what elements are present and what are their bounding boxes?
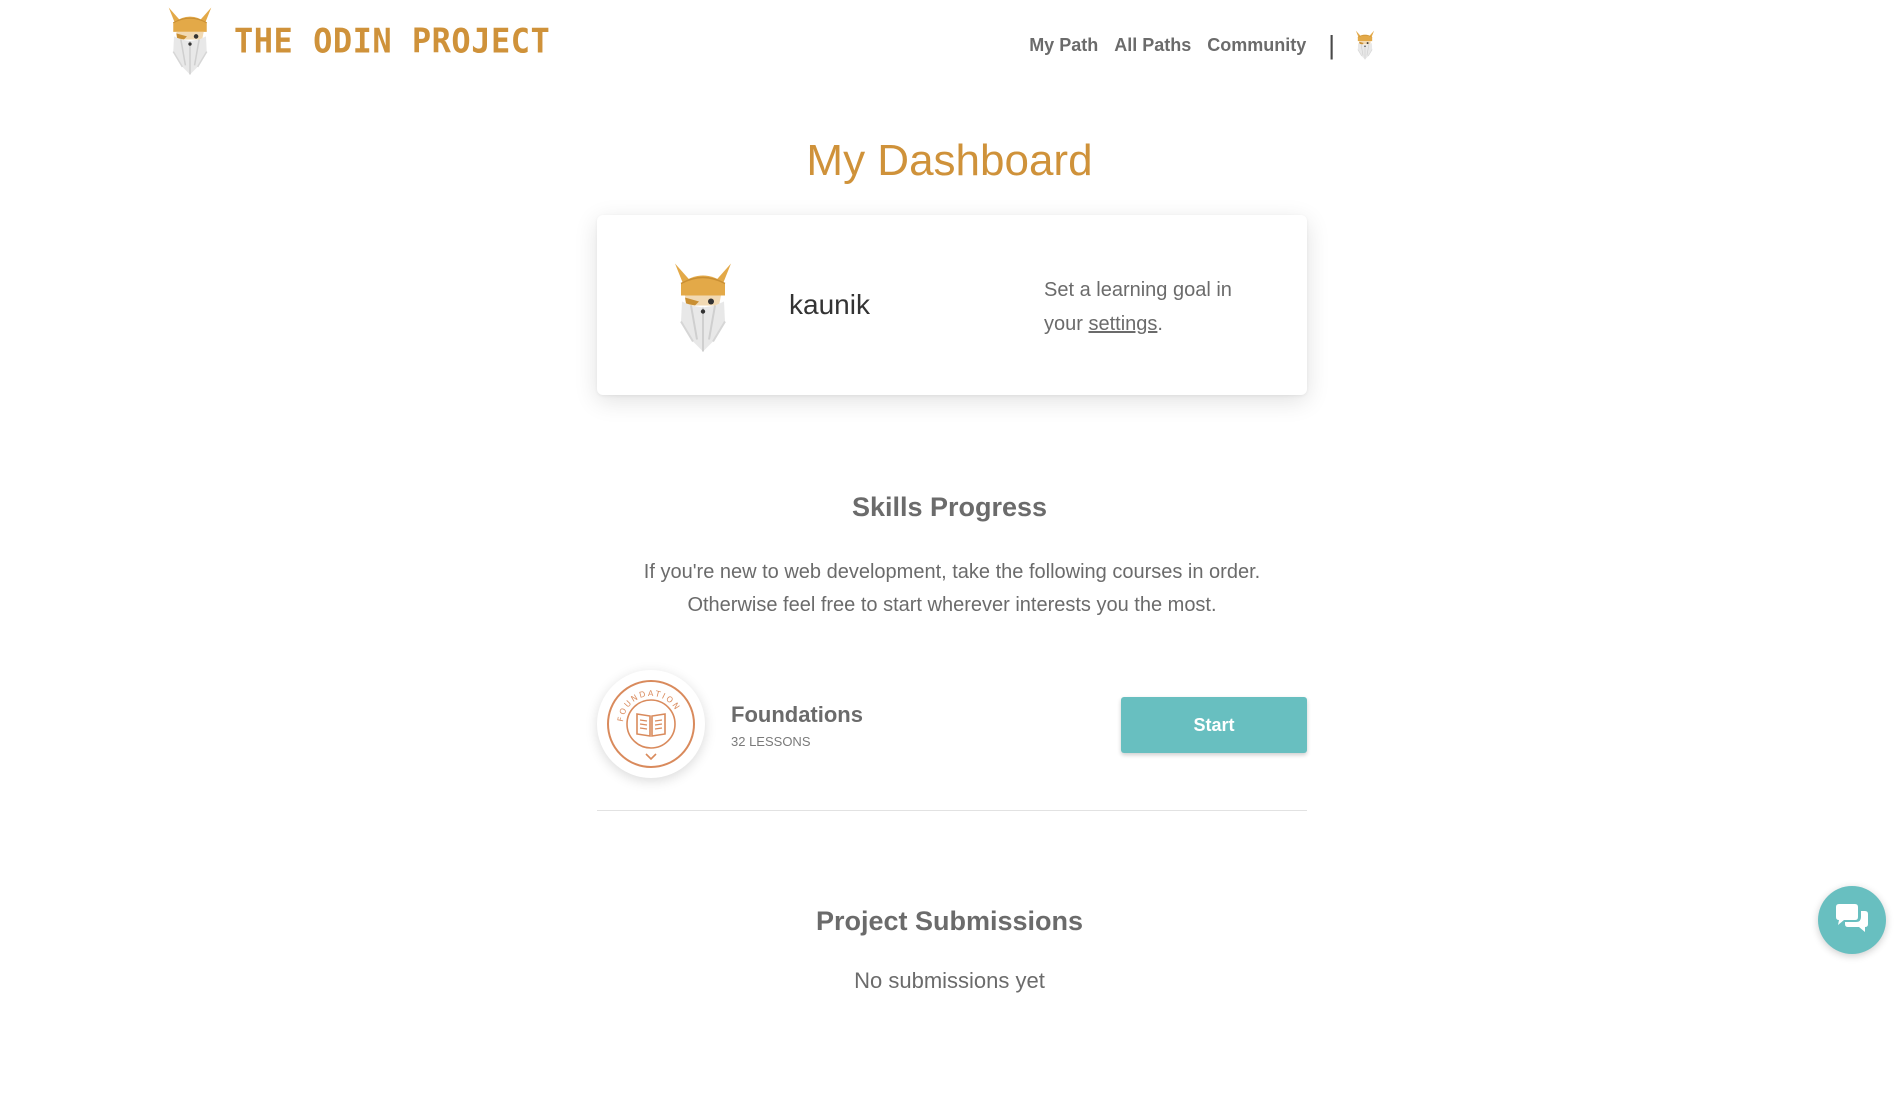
course-name[interactable]: Foundations	[731, 702, 863, 728]
skills-progress-title: Skills Progress	[851, 492, 1048, 522]
profile-card: kaunik Set a learning goal in your setti…	[597, 215, 1307, 395]
project-submissions-title: Project Submissions	[815, 906, 1084, 936]
svg-text:FOUNDATION: FOUNDATION	[616, 689, 682, 722]
course-row: FOUNDATION Foundations 32 LESSONS Start	[597, 670, 1307, 810]
learning-goal-text: Set a learning goal in your settings.	[1044, 273, 1264, 341]
username: kaunik	[789, 289, 870, 320]
start-course-button[interactable]: Start	[1121, 697, 1307, 753]
course-badge[interactable]: FOUNDATION	[597, 670, 705, 778]
page-title: My Dashboard	[806, 136, 1093, 185]
logo-text: THE ODIN PROJECT	[234, 21, 551, 61]
nav-community[interactable]: Community	[1207, 35, 1306, 56]
nav-my-path[interactable]: My Path	[1029, 35, 1098, 56]
main-nav: My Path All Paths Community |	[1013, 30, 1379, 60]
foundations-book-icon: FOUNDATION	[607, 680, 695, 768]
course-lesson-count: 32 LESSONS	[731, 734, 811, 749]
badge-text: FOUNDATION	[616, 689, 680, 722]
course-divider	[597, 810, 1307, 811]
settings-link[interactable]: settings	[1088, 313, 1157, 335]
goal-suffix: .	[1157, 313, 1163, 335]
skills-description: If you're new to web development, take t…	[643, 561, 1261, 616]
brand-logo[interactable]: THE ODIN PROJECT	[164, 6, 550, 76]
user-avatar-icon[interactable]	[1351, 30, 1379, 60]
profile-avatar-icon	[674, 262, 732, 353]
odin-viking-icon	[167, 6, 213, 76]
nav-separator: |	[1328, 30, 1335, 60]
chat-bubbles-icon	[1836, 904, 1868, 932]
no-submissions-text: No submissions yet	[854, 968, 1045, 993]
chat-button[interactable]	[1818, 886, 1886, 954]
nav-all-paths[interactable]: All Paths	[1114, 35, 1191, 56]
